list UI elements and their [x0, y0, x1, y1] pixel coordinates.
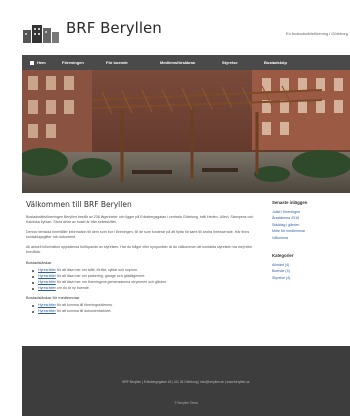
section-title-links: Bostadslänkar	[26, 260, 52, 265]
building-logo-icon[interactable]	[22, 20, 60, 44]
site-title[interactable]: BRF Beryllen	[66, 19, 162, 37]
sidebar: Senaste inläggen Jultid i föreningen Års…	[272, 200, 348, 281]
nav-for-boende[interactable]: För boende	[106, 55, 128, 70]
intro-paragraph: Bostadsrättsföreningen Beryllen består a…	[26, 215, 254, 224]
list-item: Hyresrätter för att komma till förenings…	[32, 303, 258, 308]
site-footer: BRF Beryllen | Eriksbergsgatan 18 | 411 …	[22, 346, 350, 416]
recent-posts-heading: Senaste inläggen	[272, 200, 308, 205]
site-tagline: En bostadsrättsförening i Göteborg	[285, 31, 348, 36]
links-list: Hyresrätter för att läsa mer om tvätt, f…	[32, 268, 258, 291]
list-item: Hyresrätter för att komma till dokumenta…	[32, 309, 258, 314]
main-navigation: Hem Föreningen För boende Medlemsförsäkr…	[22, 55, 350, 70]
list-link[interactable]: Hyresrätter	[38, 274, 56, 278]
list-item: Hyresrätter om du är ny boende.	[32, 286, 258, 291]
categories-heading: Kategorier	[272, 253, 294, 259]
list-link[interactable]: Hyresrätter	[38, 309, 56, 313]
info-paragraph: Denna hemsida innehåller information til…	[26, 230, 250, 239]
hero-image	[22, 70, 350, 193]
nav-styrelse[interactable]: Styrelse	[222, 55, 238, 70]
footer-contact-text: BRF Beryllen | Eriksbergsgatan 18 | 411 …	[122, 380, 250, 384]
category-link[interactable]: Styrelse (4)	[272, 275, 348, 281]
list-link[interactable]: Hyresrätter	[38, 280, 56, 284]
site-header: BRF Beryllen En bostadsrättsförening i G…	[0, 0, 350, 55]
footer-credit-text: © Beryllen Tema	[174, 401, 198, 405]
nav-bostadskop[interactable]: Bostadsköp	[264, 55, 287, 70]
nav-medlemsforsakran[interactable]: Medlemsförsäkran	[160, 55, 195, 70]
list-item: Hyresrätter för att läsa mer om förening…	[32, 280, 258, 285]
section-title-member-links: Bostadslänkar för medlemmar	[26, 295, 80, 300]
main-content: Välkommen till BRF Beryllen Bostadsrätts…	[26, 200, 258, 315]
home-icon	[30, 60, 34, 65]
list-item: Hyresrätter för att läsa mer om parkerin…	[32, 274, 258, 279]
page-title: Välkommen till BRF Beryllen	[26, 200, 132, 209]
list-link[interactable]: Hyresrätter	[38, 268, 56, 272]
member-links-list: Hyresrätter för att komma till förenings…	[32, 303, 258, 314]
list-link[interactable]: Hyresrätter	[38, 286, 56, 290]
nav-home[interactable]: Hem	[30, 55, 46, 70]
list-link[interactable]: Hyresrätter	[38, 303, 56, 307]
list-item: Hyresrätter för att läsa mer om tvätt, f…	[32, 268, 258, 273]
nav-foreningen[interactable]: Föreningen	[62, 55, 84, 70]
update-paragraph: All aktuell information uppdateras fortl…	[26, 245, 253, 254]
